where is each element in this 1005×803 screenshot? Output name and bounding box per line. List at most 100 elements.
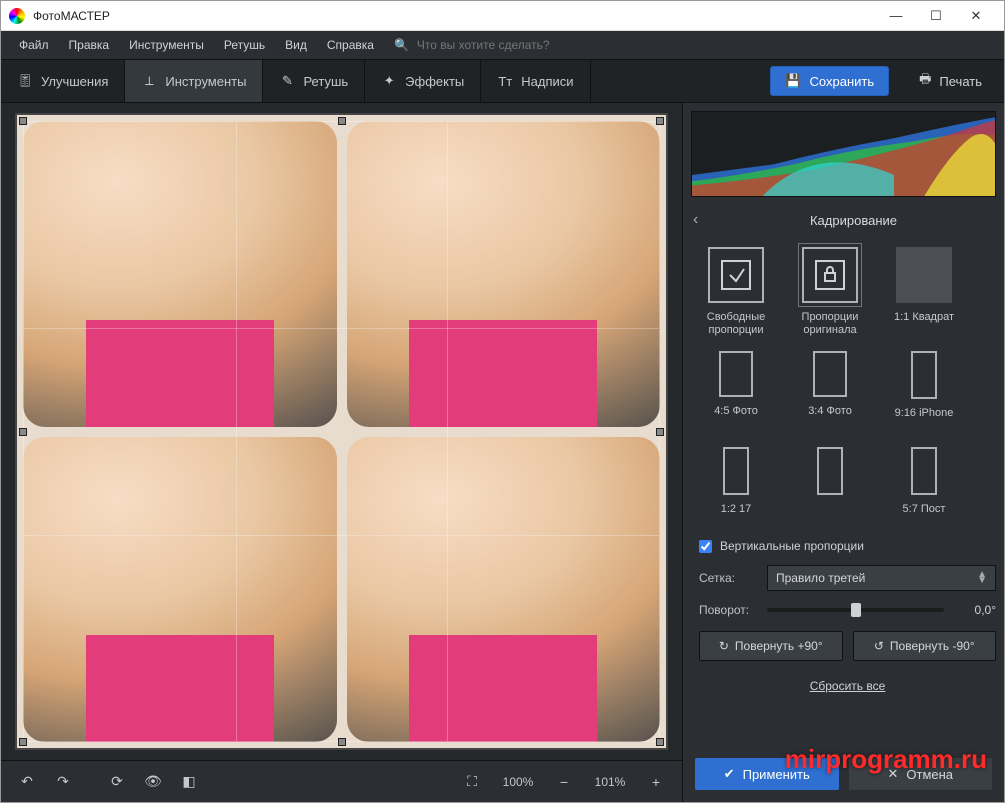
narrow-icon (911, 351, 937, 399)
crop-preset[interactable]: Свободные пропорции (695, 243, 777, 337)
crop-preset[interactable]: 4:5 Фото (695, 347, 777, 433)
vertical-proportions-checkbox[interactable] (699, 540, 712, 553)
sliders-icon: 🎚 (17, 73, 33, 89)
reset-all-link[interactable]: Сбросить все (810, 679, 886, 693)
save-button[interactable]: 💾 Сохранить (770, 66, 889, 96)
minimize-button[interactable]: — (876, 2, 916, 30)
panel-title: Кадрирование (713, 213, 994, 228)
history-button[interactable]: ⟳ (103, 768, 131, 796)
menu-retouch[interactable]: Ретушь (216, 34, 273, 56)
close-icon: ✕ (887, 766, 898, 782)
menu-file[interactable]: Файл (11, 34, 57, 56)
preset-label: 4:5 Фото (714, 405, 758, 431)
menu-view[interactable]: Вид (277, 34, 315, 56)
brush-icon: ✎ (279, 73, 295, 89)
portrait-icon (719, 351, 753, 397)
rotate-value: 0,0° (954, 603, 996, 617)
menu-edit[interactable]: Правка (61, 34, 118, 56)
canvas-pane: ↶ ↷ ⟳ 👁 ◧ ⛶ 100% − 101% + (1, 103, 682, 802)
orig-icon (802, 247, 858, 303)
save-label: Сохранить (810, 74, 875, 89)
cancel-label: Отмена (906, 767, 953, 782)
zoom-out-button[interactable]: − (550, 768, 578, 796)
crop-handle-tr[interactable] (656, 117, 664, 125)
window-title: ФотоМАСТЕР (33, 9, 876, 23)
text-icon: Tᴛ (497, 73, 513, 89)
check-icon: ✔ (724, 766, 735, 782)
crop-handle-l[interactable] (19, 428, 27, 436)
apply-button[interactable]: ✔ Применить (695, 758, 839, 790)
vertical-proportions-label: Вертикальные пропорции (720, 539, 864, 553)
crop-icon: ⟂ (141, 73, 157, 89)
crop-preset[interactable]: 1:1 Квадрат (883, 243, 965, 337)
crop-handle-t[interactable] (338, 117, 346, 125)
rotate-cw-button[interactable]: ↻ Повернуть +90° (699, 631, 843, 661)
crop-handle-r[interactable] (656, 428, 664, 436)
close-button[interactable]: ✕ (956, 2, 996, 30)
preset-label: Свободные пропорции (695, 311, 777, 337)
print-button[interactable]: 🖶 Печать (905, 66, 996, 96)
rotate-label: Поворот: (699, 603, 757, 617)
panel-scroll[interactable]: Свободные пропорции Пропорции оригинала 1:… (683, 237, 1004, 750)
cancel-button[interactable]: ✕ Отмена (849, 758, 993, 790)
histogram (691, 111, 996, 197)
undo-button[interactable]: ↶ (13, 768, 41, 796)
menu-tools[interactable]: Инструменты (121, 34, 212, 56)
crop-preset[interactable] (789, 443, 871, 529)
rotate-ccw-button[interactable]: ↺ Повернуть -90° (853, 631, 997, 661)
image-canvas[interactable] (15, 113, 668, 750)
apply-label: Применить (743, 767, 810, 782)
portrait-icon (813, 351, 847, 397)
square-icon (896, 247, 952, 303)
preset-label: 9:16 iPhone (895, 407, 954, 433)
rotate-slider[interactable] (767, 608, 944, 612)
preset-label: Пропорции оригинала (789, 311, 871, 337)
preset-label: 5:7 Пост (903, 503, 946, 529)
fit-screen-button[interactable]: ⛶ (458, 768, 486, 796)
grid-label: Сетка: (699, 571, 757, 585)
compare-button[interactable]: ◧ (175, 768, 203, 796)
crop-handle-tl[interactable] (19, 117, 27, 125)
maximize-button[interactable]: ☐ (916, 2, 956, 30)
tab-effects[interactable]: ✦ Эффекты (365, 60, 481, 102)
crop-handle-b[interactable] (338, 738, 346, 746)
preset-label: 3:4 Фото (808, 405, 852, 431)
narrow-icon (723, 447, 749, 495)
crop-preset[interactable]: 1:2 17 (695, 443, 777, 529)
menu-help[interactable]: Справка (319, 34, 382, 56)
preset-label: 1:2 17 (721, 503, 752, 529)
crop-preset[interactable]: 3:4 Фото (789, 347, 871, 433)
tab-text[interactable]: Tᴛ Надписи (481, 60, 590, 102)
grid-select[interactable]: Правило третей ▲▼ (767, 565, 996, 591)
tabbar: 🎚 Улучшения ⟂ Инструменты ✎ Ретушь ✦ Эфф… (1, 59, 1004, 103)
tab-retouch[interactable]: ✎ Ретушь (263, 60, 365, 102)
tab-tools[interactable]: ⟂ Инструменты (125, 60, 263, 102)
redo-button[interactable]: ↷ (49, 768, 77, 796)
chevron-updown-icon: ▲▼ (977, 572, 987, 584)
narrow-icon (817, 447, 843, 495)
search-icon: 🔍 (394, 38, 409, 52)
crop-preset[interactable]: 9:16 iPhone (883, 347, 965, 433)
panel-back-button[interactable]: ‹ (693, 211, 713, 229)
crop-preset[interactable]: 5:7 Пост (883, 443, 965, 529)
rotate-slider-knob[interactable] (851, 603, 861, 617)
search-input[interactable] (413, 36, 593, 54)
zoom-in-button[interactable]: + (642, 768, 670, 796)
crop-preset[interactable]: Пропорции оригинала (789, 243, 871, 337)
print-label: Печать (939, 74, 982, 89)
preview-button[interactable]: 👁 (139, 768, 167, 796)
tab-label: Ретушь (303, 74, 348, 89)
tab-label: Улучшения (41, 74, 108, 89)
tab-enhance[interactable]: 🎚 Улучшения (1, 60, 125, 102)
crop-handle-br[interactable] (656, 738, 664, 746)
bottom-toolbar: ↶ ↷ ⟳ 👁 ◧ ⛶ 100% − 101% + (1, 760, 682, 802)
rotate-cw-label: Повернуть +90° (735, 639, 823, 653)
save-icon: 💾 (785, 73, 801, 89)
crop-handle-bl[interactable] (19, 738, 27, 746)
wand-icon: ✦ (381, 73, 397, 89)
crop-overlay[interactable] (23, 121, 660, 742)
grid-value: Правило третей (776, 571, 865, 585)
print-icon: 🖶 (919, 70, 931, 92)
menubar: Файл Правка Инструменты Ретушь Вид Справ… (1, 31, 1004, 59)
rotate-ccw-label: Повернуть -90° (890, 639, 975, 653)
